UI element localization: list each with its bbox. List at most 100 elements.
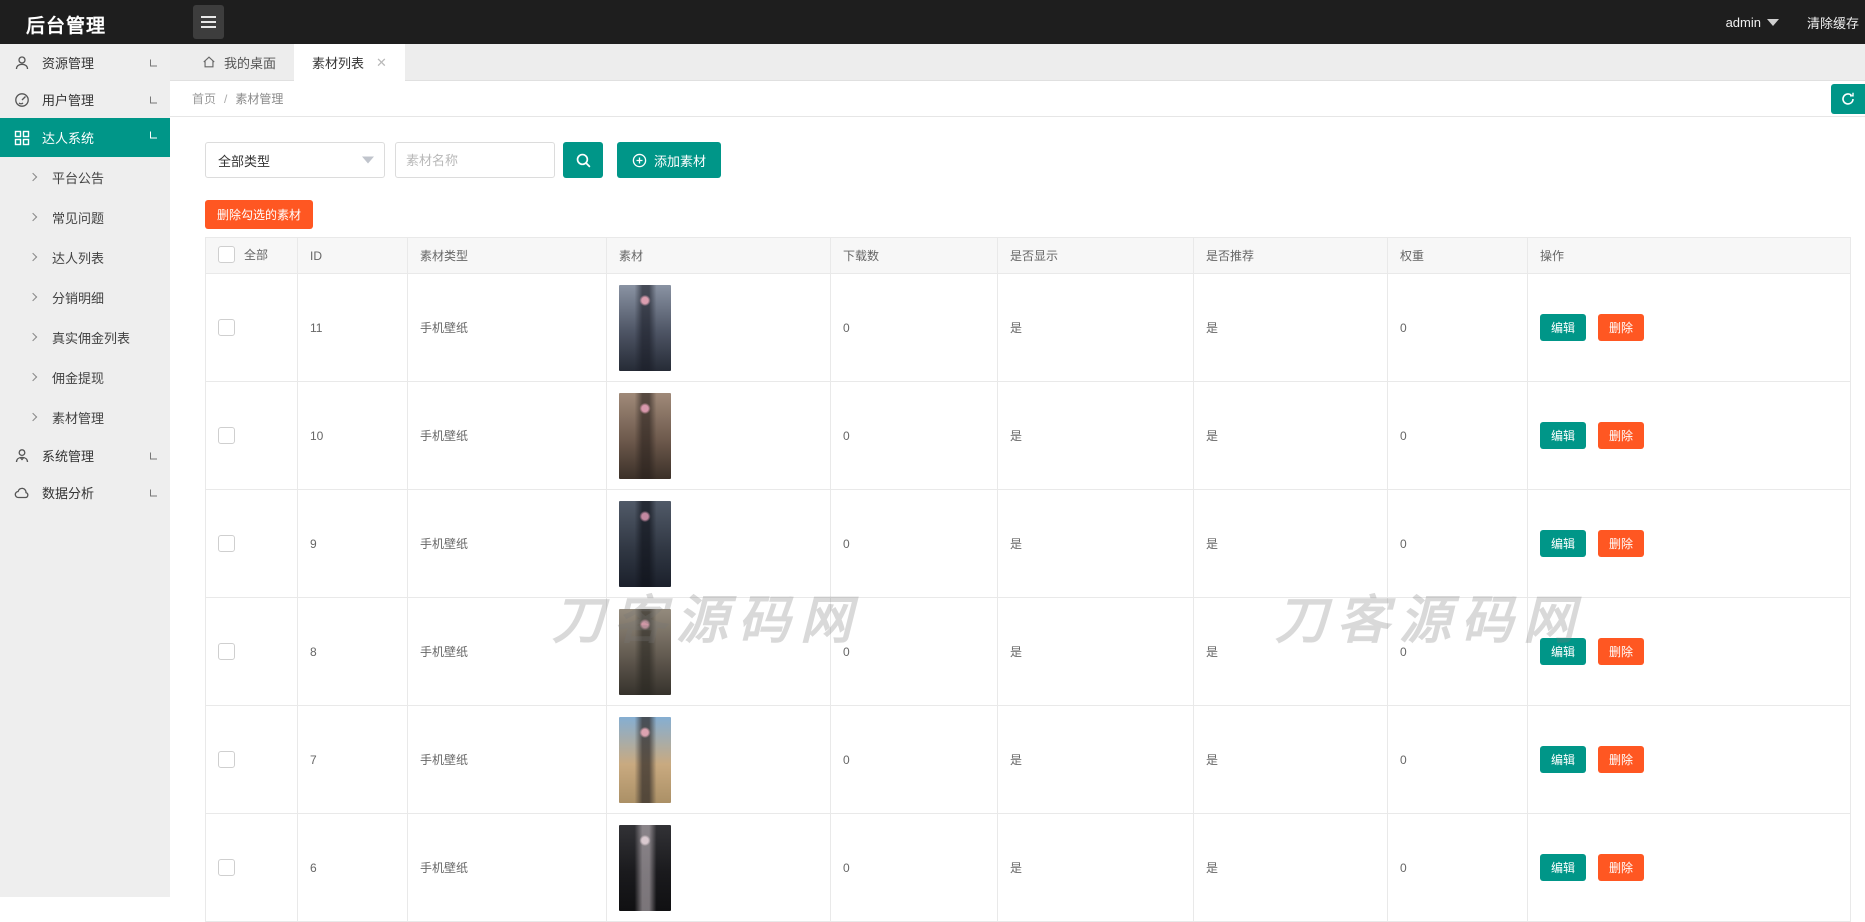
row-checkbox[interactable]	[218, 751, 235, 768]
cell-downloads: 0	[831, 274, 998, 382]
add-material-button[interactable]: 添加素材	[617, 142, 721, 178]
delete-button[interactable]: 删除	[1598, 746, 1644, 773]
tab-my-desktop[interactable]: 我的桌面	[184, 44, 294, 80]
edit-button[interactable]: 编辑	[1540, 530, 1586, 557]
delete-button[interactable]: 删除	[1598, 638, 1644, 665]
sidebar-item-resource-management[interactable]: 资源管理	[0, 44, 170, 81]
grid-icon	[13, 129, 30, 146]
delete-button[interactable]: 删除	[1598, 314, 1644, 341]
edit-button[interactable]: 编辑	[1540, 638, 1586, 665]
row-checkbox[interactable]	[218, 319, 235, 336]
table-row: 7 手机壁纸 0 是 是 0 编辑 删除	[206, 706, 1851, 814]
delete-selected-button[interactable]: 删除勾选的素材	[205, 200, 313, 229]
row-checkbox[interactable]	[218, 859, 235, 876]
sidebar-subitem-label: 分销明细	[52, 288, 104, 307]
edit-button[interactable]: 编辑	[1540, 854, 1586, 881]
material-thumbnail[interactable]	[619, 393, 671, 479]
breadcrumb-home[interactable]: 首页	[192, 90, 216, 107]
cell-type: 手机壁纸	[408, 382, 607, 490]
table-row: 9 手机壁纸 0 是 是 0 编辑 删除	[206, 490, 1851, 598]
cell-weight: 0	[1388, 274, 1528, 382]
cell-downloads: 0	[831, 814, 998, 922]
content: 全部类型 添加素材 删除勾选的素材	[170, 142, 1865, 922]
edit-button[interactable]: 编辑	[1540, 746, 1586, 773]
material-thumbnail[interactable]	[619, 501, 671, 587]
delete-button[interactable]: 删除	[1598, 422, 1644, 449]
hamburger-icon	[201, 16, 216, 18]
search-icon	[575, 152, 592, 169]
cell-visible: 是	[998, 706, 1194, 814]
cell-recommend: 是	[1194, 274, 1388, 382]
cell-downloads: 0	[831, 490, 998, 598]
cell-type: 手机壁纸	[408, 706, 607, 814]
cell-recommend: 是	[1194, 598, 1388, 706]
col-header-id: ID	[298, 238, 408, 274]
cell-id: 8	[298, 598, 408, 706]
row-checkbox[interactable]	[218, 427, 235, 444]
sidebar-subitem-platform-announcement[interactable]: 平台公告	[0, 157, 170, 197]
material-thumbnail[interactable]	[619, 825, 671, 911]
sidebar-toggle-button[interactable]	[193, 5, 224, 39]
cell-visible: 是	[998, 274, 1194, 382]
sidebar-item-talent-system[interactable]: 达人系统	[0, 118, 170, 157]
sidebar-subitem-material-management[interactable]: 素材管理	[0, 397, 170, 437]
cell-type: 手机壁纸	[408, 490, 607, 598]
cell-recommend: 是	[1194, 490, 1388, 598]
chevron-right-icon	[29, 413, 37, 421]
material-thumbnail[interactable]	[619, 609, 671, 695]
cell-type: 手机壁纸	[408, 274, 607, 382]
chevron-right-icon	[29, 333, 37, 341]
row-checkbox[interactable]	[218, 643, 235, 660]
chevron-right-icon	[29, 373, 37, 381]
cell-visible: 是	[998, 382, 1194, 490]
material-name-input[interactable]	[395, 142, 555, 178]
material-thumbnail[interactable]	[619, 285, 671, 371]
row-checkbox[interactable]	[218, 535, 235, 552]
select-all-checkbox[interactable]	[218, 246, 235, 263]
close-icon[interactable]: ✕	[376, 55, 387, 71]
user-menu[interactable]: admin	[1726, 15, 1779, 30]
cell-visible: 是	[998, 814, 1194, 922]
delete-button[interactable]: 删除	[1598, 854, 1644, 881]
cell-type: 手机壁纸	[408, 598, 607, 706]
user-icon	[13, 54, 30, 71]
topbar: 后台管理 admin 清除缓存	[0, 0, 1865, 44]
sidebar-subitem-faq[interactable]: 常见问题	[0, 197, 170, 237]
cell-visible: 是	[998, 490, 1194, 598]
tab-material-list[interactable]: 素材列表 ✕	[294, 44, 405, 81]
chevron-down-icon	[362, 157, 374, 164]
cell-id: 11	[298, 274, 408, 382]
edit-button[interactable]: 编辑	[1540, 422, 1586, 449]
chevron-down-icon	[1767, 19, 1779, 26]
sidebar-item-label: 用户管理	[42, 90, 94, 109]
table-row: 6 手机壁纸 0 是 是 0 编辑 删除	[206, 814, 1851, 922]
sidebar-item-data-analysis[interactable]: 数据分析	[0, 474, 170, 511]
chevron-right-icon	[29, 173, 37, 181]
sidebar-subitem-real-commission-list[interactable]: 真实佣金列表	[0, 317, 170, 357]
sidebar-subitem-commission-withdraw[interactable]: 佣金提现	[0, 357, 170, 397]
cell-id: 10	[298, 382, 408, 490]
delete-button[interactable]: 删除	[1598, 530, 1644, 557]
type-select[interactable]: 全部类型	[205, 142, 385, 178]
sidebar-subitem-talent-list[interactable]: 达人列表	[0, 237, 170, 277]
refresh-icon	[1840, 91, 1856, 107]
cell-recommend: 是	[1194, 382, 1388, 490]
cell-downloads: 0	[831, 706, 998, 814]
table-header-row: 全部 ID 素材类型 素材 下载数 是否显示 是否推荐 权重 操作	[206, 238, 1851, 274]
sidebar-item-user-management[interactable]: 用户管理	[0, 81, 170, 118]
search-button[interactable]	[563, 142, 603, 178]
col-header-type: 素材类型	[408, 238, 607, 274]
refresh-button[interactable]	[1831, 84, 1865, 114]
filter-row: 全部类型 添加素材	[205, 142, 1865, 178]
clear-cache-button[interactable]: 清除缓存	[1807, 13, 1859, 32]
sidebar-item-label: 资源管理	[42, 53, 94, 72]
topbar-right: admin 清除缓存	[1726, 0, 1859, 44]
sidebar-item-system-management[interactable]: 系统管理	[0, 437, 170, 474]
sidebar-subitem-label: 常见问题	[52, 208, 104, 227]
cell-id: 9	[298, 490, 408, 598]
sidebar-item-label: 系统管理	[42, 446, 94, 465]
material-thumbnail[interactable]	[619, 717, 671, 803]
chevron-left-icon	[150, 489, 157, 496]
sidebar-subitem-distribution-detail[interactable]: 分销明细	[0, 277, 170, 317]
edit-button[interactable]: 编辑	[1540, 314, 1586, 341]
